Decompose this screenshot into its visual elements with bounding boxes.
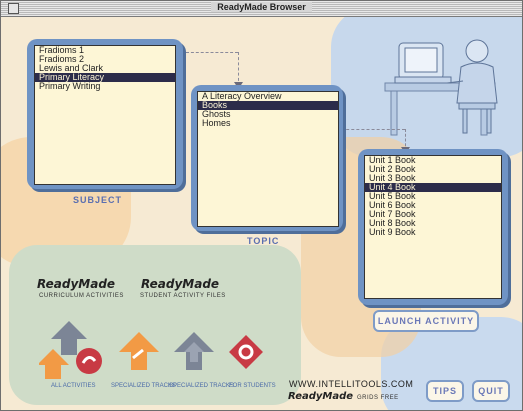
subject-list[interactable]: Fradioms 1 Fradioms 2 Lewis and Clark Prima… — [34, 45, 176, 185]
list-item[interactable]: Homes — [198, 119, 338, 128]
readymade-logo-right: ReadyMade — [141, 277, 220, 291]
website-url[interactable]: WWW.INTELLITOOLS.COM — [289, 379, 413, 389]
tips-button[interactable]: TIPS — [426, 380, 464, 402]
browser-content: Fradioms 1 Fradioms 2 Lewis and Clark Prima… — [1, 17, 522, 410]
connector-subject-topic — [186, 52, 238, 53]
readymade-sub-right: STUDENT ACTIVITY FILES — [140, 293, 226, 299]
specialized-tracks-label-1: SPECIALIZED TRACKS — [111, 383, 176, 389]
specialized-tracks-icon-orange[interactable] — [119, 332, 159, 372]
app-window: ReadyMade Browser Fradioms 1 Fradioms 2 … — [0, 0, 523, 411]
topic-caption: TOPIC — [247, 236, 280, 246]
for-students-label: FOR STUDENTS — [229, 383, 276, 389]
readymade-footer-suffix: GRIDS FREE — [357, 395, 399, 401]
quit-button[interactable]: QUIT — [472, 380, 510, 402]
readymade-logo-left: ReadyMade — [37, 277, 116, 291]
launch-activity-button[interactable]: LAUNCH ACTIVITY — [373, 310, 479, 332]
all-activities-label: ALL ACTIVITIES — [51, 383, 96, 389]
topic-list[interactable]: A Literacy Overview Books Ghosts Homes — [197, 91, 339, 227]
all-activities-icon[interactable] — [39, 319, 109, 381]
title-bar[interactable]: ReadyMade Browser — [1, 1, 522, 17]
specialized-tracks-icon-gray[interactable] — [174, 332, 214, 372]
for-students-icon[interactable] — [229, 335, 263, 369]
student-at-computer-illustration — [384, 39, 498, 136]
specialized-tracks-label-2: SPECIALIZED TRACKS — [169, 383, 234, 389]
units-list[interactable]: Unit 1 Book Unit 2 Book Unit 3 Book Unit 4 … — [364, 155, 502, 299]
subject-caption: SUBJECT — [73, 195, 123, 205]
list-item[interactable]: Unit 9 Book — [365, 228, 501, 237]
window-title: ReadyMade Browser — [1, 2, 522, 12]
list-item[interactable]: Primary Writing — [35, 82, 175, 91]
connector-topic-down — [238, 52, 239, 86]
readymade-sub-left: CURRICULUM ACTIVITIES — [39, 293, 124, 299]
readymade-footer-logo: ReadyMade — [288, 391, 354, 402]
